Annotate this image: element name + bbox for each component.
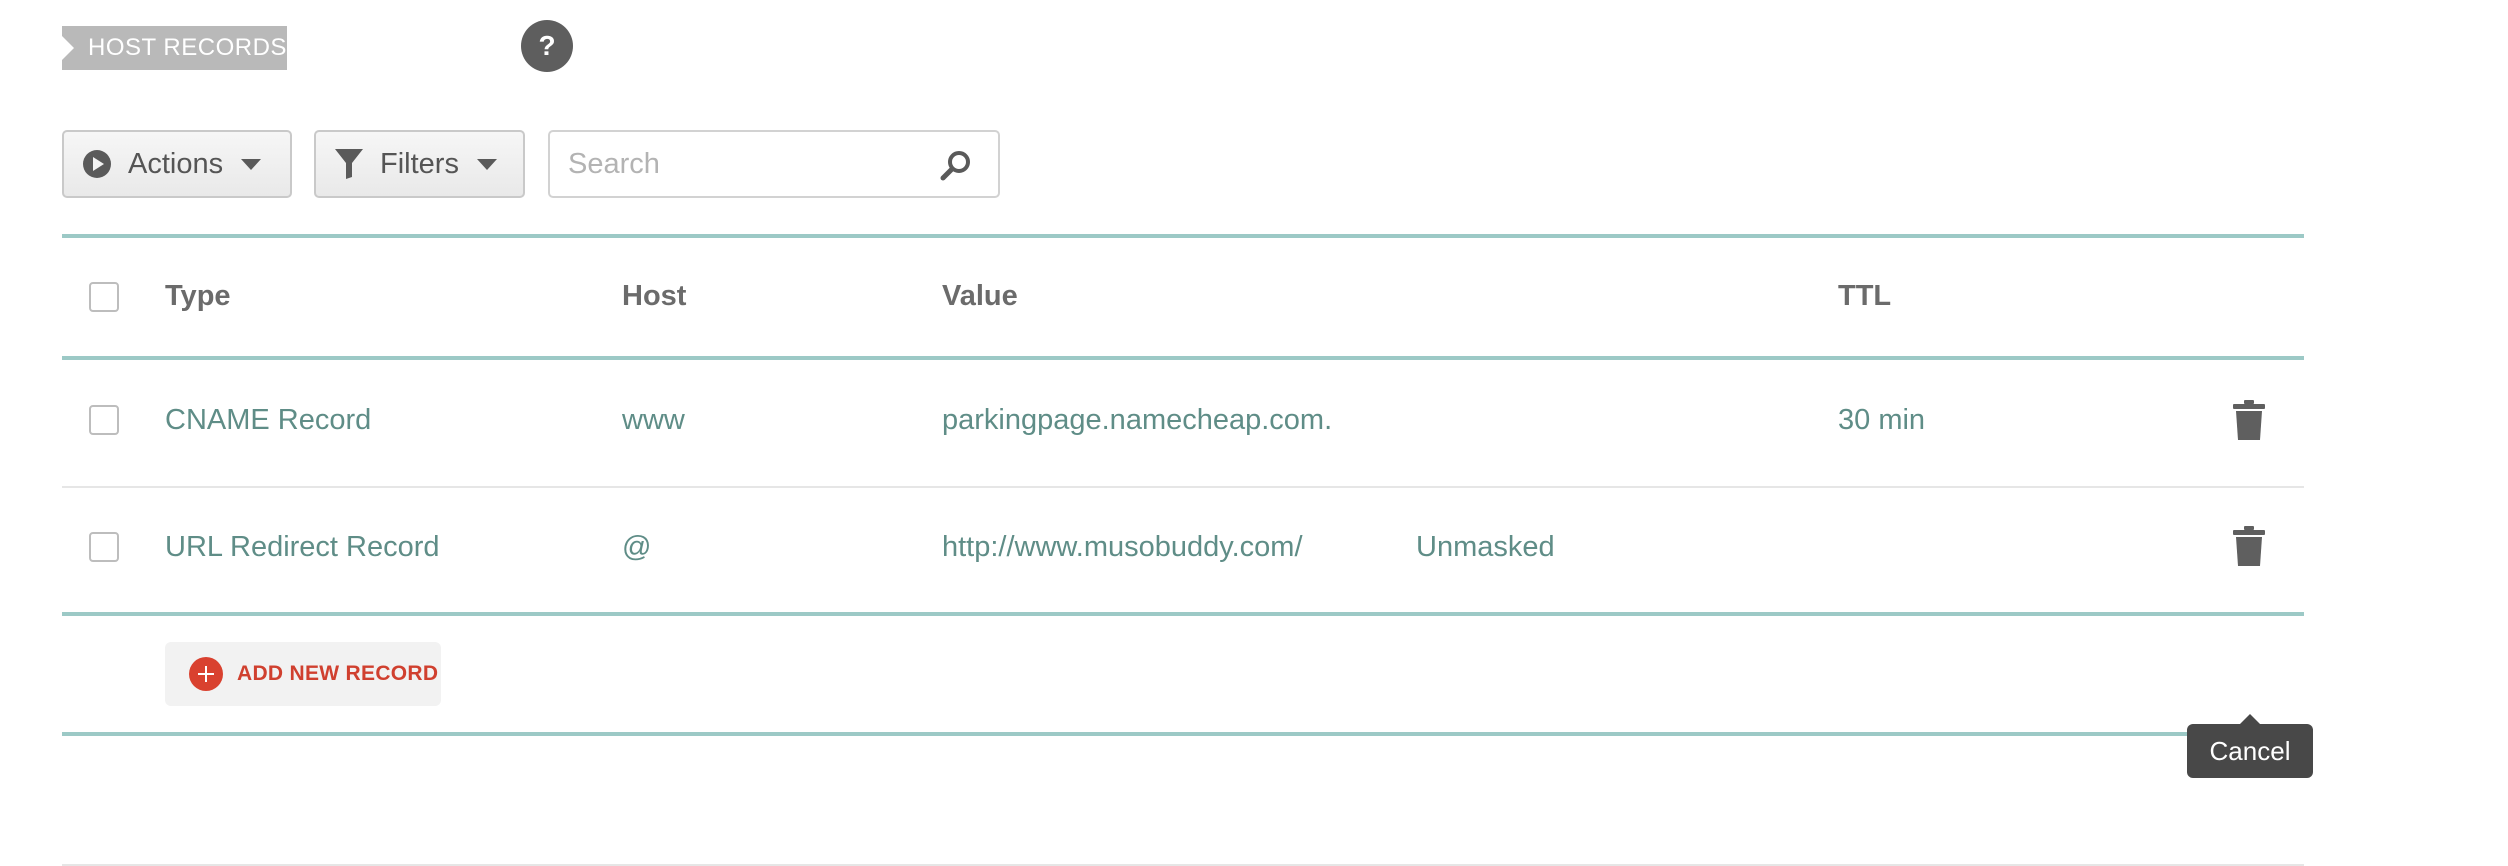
record-ttl-cell[interactable]: 30 min [1838, 404, 1925, 437]
chevron-down-icon [241, 158, 262, 170]
search-icon[interactable] [940, 149, 972, 181]
table-top-divider [62, 234, 2304, 238]
search-input[interactable] [566, 146, 930, 182]
trash-icon[interactable] [2233, 526, 2265, 566]
select-all-checkbox[interactable] [89, 282, 119, 312]
record-mask-cell[interactable]: Unmasked [1416, 531, 1555, 564]
trash-icon[interactable] [2233, 400, 2265, 440]
actions-dropdown-button[interactable]: Actions [62, 130, 292, 198]
add-new-record-label: ADD NEW RECORD [237, 662, 439, 685]
table-bottom-divider [62, 612, 2304, 616]
record-host-cell[interactable]: www [622, 404, 685, 437]
cancel-tooltip[interactable]: Cancel [2187, 714, 2313, 778]
column-header-type: Type [165, 280, 231, 312]
column-header-value: Value [942, 280, 1018, 312]
add-section-divider [62, 732, 2304, 736]
record-host-cell[interactable]: @ [622, 531, 651, 564]
chevron-down-icon [476, 158, 497, 170]
funnel-icon [334, 148, 364, 180]
record-value-cell[interactable]: http://www.musobuddy.com/ [942, 531, 1303, 564]
record-type-cell[interactable]: URL Redirect Record [165, 531, 440, 564]
row-divider [62, 486, 2304, 488]
row-checkbox[interactable] [89, 405, 119, 435]
column-header-ttl: TTL [1838, 280, 1892, 312]
filters-label: Filters [380, 147, 459, 180]
section-title: HOST RECORDS [62, 26, 287, 70]
search-box [548, 130, 1000, 198]
actions-label: Actions [128, 147, 224, 180]
column-header-host: Host [622, 280, 687, 312]
help-icon[interactable]: ? [521, 20, 573, 72]
record-type-cell[interactable]: CNAME Record [165, 404, 371, 437]
plus-circle-icon [189, 657, 223, 691]
host-records-page: HOST RECORDS ? Actions Filters Search Ty… [0, 0, 2508, 866]
filters-dropdown-button[interactable]: Filters [314, 130, 525, 198]
table-header-divider [62, 356, 2304, 360]
record-value-cell[interactable]: parkingpage.namecheap.com. [942, 404, 1332, 437]
add-new-record-button[interactable]: ADD NEW RECORD [165, 642, 441, 706]
play-circle-icon [82, 149, 112, 179]
row-checkbox[interactable] [89, 532, 119, 562]
